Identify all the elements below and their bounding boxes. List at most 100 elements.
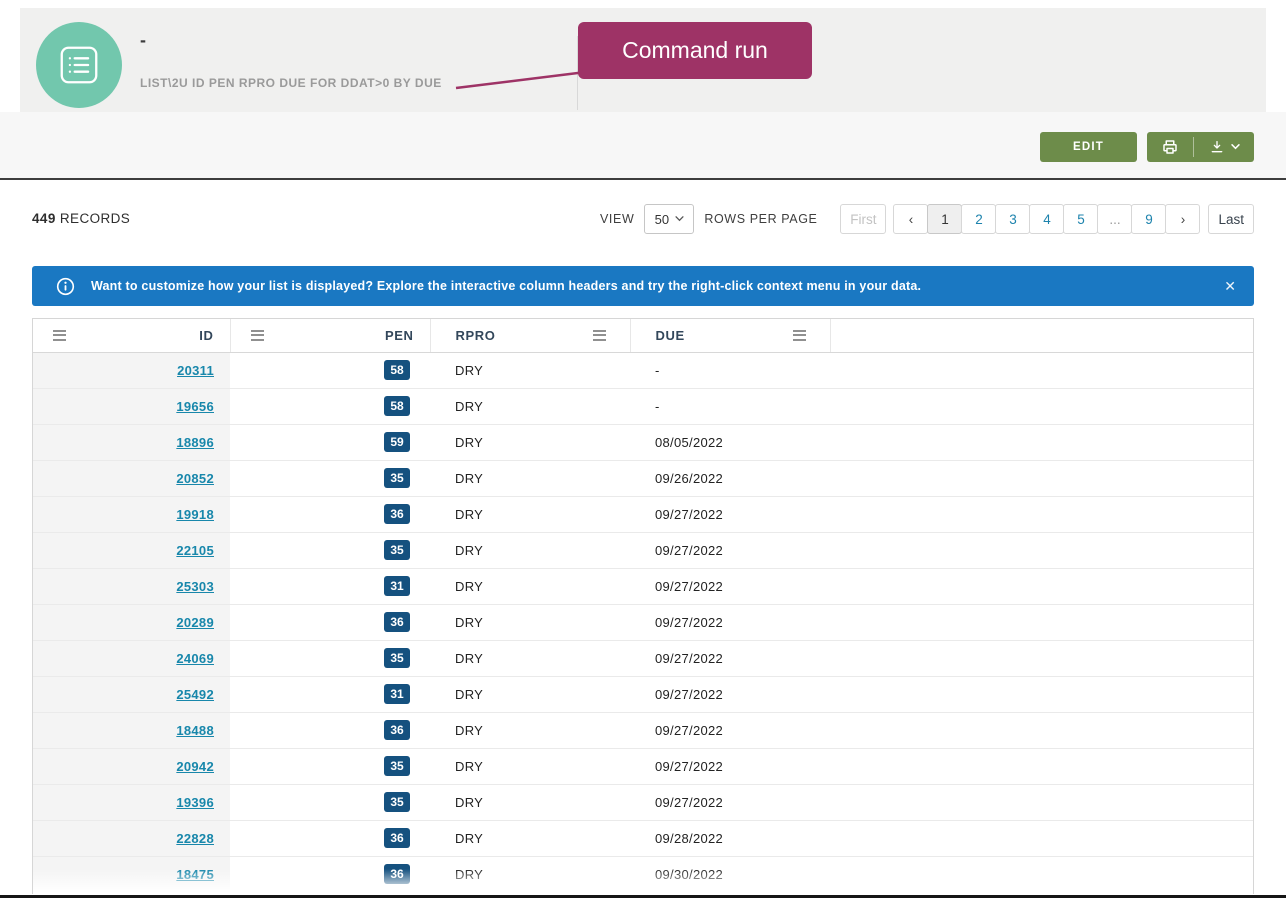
column-header-pen[interactable]: PEN bbox=[230, 319, 430, 352]
pen-badge: 35 bbox=[384, 468, 410, 488]
empty-cell bbox=[830, 352, 1253, 388]
rpro-value: DRY bbox=[455, 471, 483, 486]
report-avatar bbox=[36, 22, 122, 108]
rpro-value: DRY bbox=[455, 543, 483, 558]
row-id-link[interactable]: 19656 bbox=[176, 399, 214, 414]
empty-cell bbox=[830, 856, 1253, 892]
list-report-page: - LIST\2U ID PEN RPRO DUE FOR DDAT>0 BY … bbox=[0, 0, 1286, 898]
pagination-page-2[interactable]: 2 bbox=[961, 204, 996, 234]
export-button-group bbox=[1147, 132, 1254, 162]
rpro-cell: DRY bbox=[430, 712, 630, 748]
due-cell: 09/27/2022 bbox=[630, 568, 830, 604]
rows-per-page-control: VIEW 50 ROWS PER PAGE bbox=[600, 204, 818, 234]
print-button[interactable] bbox=[1147, 132, 1193, 162]
pen-badge: 35 bbox=[384, 648, 410, 668]
id-cell: 19396 bbox=[33, 784, 230, 820]
due-value: 09/27/2022 bbox=[655, 723, 723, 738]
row-id-link[interactable]: 22105 bbox=[176, 543, 214, 558]
empty-cell bbox=[830, 640, 1253, 676]
page-size-value: 50 bbox=[655, 212, 669, 227]
rpro-cell: DRY bbox=[430, 496, 630, 532]
due-cell: 09/28/2022 bbox=[630, 820, 830, 856]
row-id-link[interactable]: 19396 bbox=[176, 795, 214, 810]
view-label: VIEW bbox=[600, 212, 634, 226]
row-id-link[interactable]: 18475 bbox=[176, 867, 214, 882]
rpro-value: DRY bbox=[455, 435, 483, 450]
rpro-cell: DRY bbox=[430, 352, 630, 388]
row-id-link[interactable]: 20311 bbox=[177, 363, 214, 378]
table-row: 19396 35 DRY 09/27/2022 bbox=[33, 784, 1253, 820]
records-table: ID PEN RPRO bbox=[33, 319, 1253, 893]
due-value: 09/27/2022 bbox=[655, 687, 723, 702]
rpro-cell: DRY bbox=[430, 532, 630, 568]
pagination-page-5[interactable]: 5 bbox=[1063, 204, 1098, 234]
page-size-select[interactable]: 50 bbox=[644, 204, 694, 234]
empty-cell bbox=[830, 388, 1253, 424]
record-count-value: 449 bbox=[32, 211, 56, 226]
pagination-prev[interactable]: ‹ bbox=[893, 204, 928, 234]
pen-badge: 35 bbox=[384, 756, 410, 776]
pen-cell: 58 bbox=[230, 388, 430, 424]
rpro-cell: DRY bbox=[430, 424, 630, 460]
due-value: - bbox=[655, 363, 660, 378]
download-button[interactable] bbox=[1194, 132, 1254, 162]
pagination: First ‹ 12345...9 › Last bbox=[840, 204, 1254, 234]
pagination-page-9[interactable]: 9 bbox=[1131, 204, 1166, 234]
row-id-link[interactable]: 22828 bbox=[176, 831, 214, 846]
hamburger-menu-icon[interactable] bbox=[251, 330, 264, 341]
chevron-down-icon bbox=[1231, 144, 1240, 150]
row-id-link[interactable]: 25303 bbox=[176, 579, 214, 594]
due-value: 09/28/2022 bbox=[655, 831, 723, 846]
chevron-down-icon bbox=[675, 216, 684, 222]
column-header-id[interactable]: ID bbox=[33, 319, 230, 352]
due-value: 09/27/2022 bbox=[655, 795, 723, 810]
pagination-last[interactable]: Last bbox=[1208, 204, 1254, 234]
edit-button[interactable]: EDIT bbox=[1040, 132, 1137, 162]
row-id-link[interactable]: 24069 bbox=[176, 651, 214, 666]
rpro-cell: DRY bbox=[430, 568, 630, 604]
pen-badge: 58 bbox=[384, 396, 410, 416]
pen-cell: 58 bbox=[230, 352, 430, 388]
due-cell: 09/27/2022 bbox=[630, 748, 830, 784]
rpro-cell: DRY bbox=[430, 604, 630, 640]
column-header-due[interactable]: DUE bbox=[630, 319, 830, 352]
table-row: 25492 31 DRY 09/27/2022 bbox=[33, 676, 1253, 712]
row-id-link[interactable]: 20852 bbox=[176, 471, 214, 486]
pen-cell: 36 bbox=[230, 496, 430, 532]
hamburger-menu-icon[interactable] bbox=[593, 330, 606, 341]
pen-cell: 31 bbox=[230, 568, 430, 604]
pen-cell: 35 bbox=[230, 532, 430, 568]
due-cell: 09/27/2022 bbox=[630, 532, 830, 568]
close-icon[interactable]: ✕ bbox=[1224, 278, 1236, 295]
pagination-next[interactable]: › bbox=[1165, 204, 1200, 234]
id-cell: 19918 bbox=[33, 496, 230, 532]
pen-cell: 36 bbox=[230, 820, 430, 856]
row-id-link[interactable]: 18896 bbox=[176, 435, 214, 450]
hamburger-menu-icon[interactable] bbox=[53, 330, 66, 341]
due-value: - bbox=[655, 399, 660, 414]
row-id-link[interactable]: 20942 bbox=[176, 759, 214, 774]
row-id-link[interactable]: 20289 bbox=[176, 615, 214, 630]
pagination-page-4[interactable]: 4 bbox=[1029, 204, 1064, 234]
empty-cell bbox=[830, 568, 1253, 604]
row-id-link[interactable]: 25492 bbox=[176, 687, 214, 702]
table-row: 20852 35 DRY 09/26/2022 bbox=[33, 460, 1253, 496]
pagination-first[interactable]: First bbox=[840, 204, 886, 234]
pen-badge: 36 bbox=[384, 864, 410, 884]
column-header-rpro[interactable]: RPRO bbox=[430, 319, 630, 352]
rpro-value: DRY bbox=[455, 831, 483, 846]
table-row: 20289 36 DRY 09/27/2022 bbox=[33, 604, 1253, 640]
pen-badge: 36 bbox=[384, 504, 410, 524]
pen-badge: 31 bbox=[384, 576, 410, 596]
due-cell: - bbox=[630, 352, 830, 388]
due-cell: 09/26/2022 bbox=[630, 460, 830, 496]
pen-badge: 31 bbox=[384, 684, 410, 704]
pagination-page-3[interactable]: 3 bbox=[995, 204, 1030, 234]
pen-badge: 58 bbox=[384, 360, 410, 380]
rpro-value: DRY bbox=[455, 795, 483, 810]
row-id-link[interactable]: 18488 bbox=[176, 723, 214, 738]
due-value: 09/30/2022 bbox=[655, 867, 723, 882]
hamburger-menu-icon[interactable] bbox=[793, 330, 806, 341]
pagination-page-1[interactable]: 1 bbox=[927, 204, 962, 234]
row-id-link[interactable]: 19918 bbox=[176, 507, 214, 522]
